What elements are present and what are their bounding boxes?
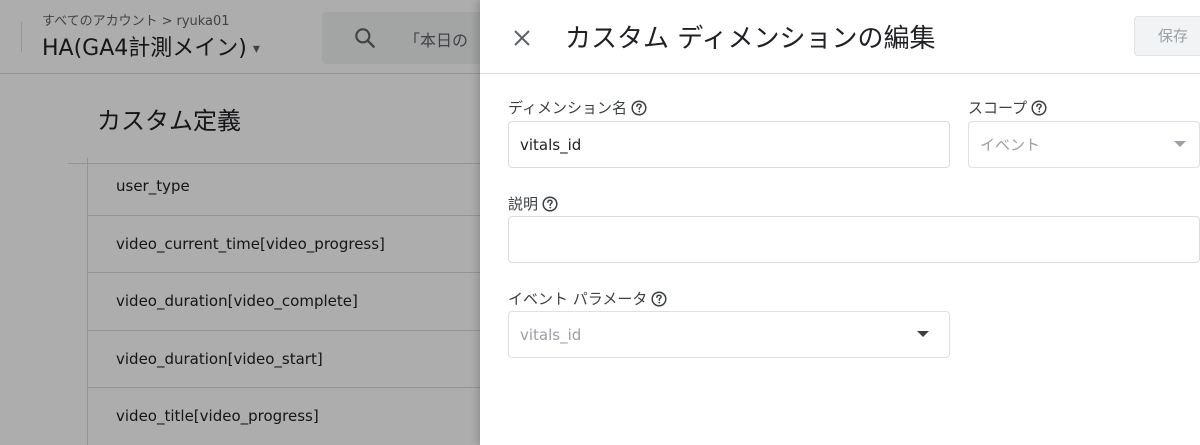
scope-label-text: スコープ: [968, 99, 1028, 117]
help-circle-icon[interactable]: [651, 290, 667, 307]
dimension-name-input[interactable]: [508, 121, 950, 168]
description-label-text: 説明: [508, 195, 539, 213]
dropdown-arrow-icon: [1174, 141, 1186, 147]
panel-header: カスタム ディメンションの編集 保存: [480, 0, 1200, 74]
description-input[interactable]: [508, 216, 1200, 263]
event-parameter-label-text: イベント パラメータ: [508, 290, 648, 308]
event-parameter-value: vitals_id: [520, 325, 582, 344]
dimension-name-label: ディメンション名: [508, 97, 647, 118]
close-icon[interactable]: [510, 26, 534, 50]
help-circle-icon[interactable]: [631, 99, 647, 116]
scope-value: イベント: [980, 136, 1041, 154]
help-circle-icon[interactable]: [1031, 99, 1047, 116]
dropdown-arrow-icon[interactable]: [917, 331, 929, 337]
dimension-name-label-text: ディメンション名: [508, 99, 627, 117]
panel-title: カスタム ディメンションの編集: [565, 24, 936, 54]
help-circle-icon[interactable]: [542, 195, 558, 212]
save-button[interactable]: 保存: [1134, 16, 1200, 56]
event-parameter-label: イベント パラメータ: [508, 288, 667, 309]
page: すべてのアカウント > ryuka01 HA(GA4計測メイン) ▾ 「本日の カスタ…: [0, 0, 1200, 445]
description-label: 説明: [508, 193, 558, 214]
scope-label: スコープ: [968, 97, 1047, 118]
scope-select: イベント: [968, 121, 1200, 168]
edit-dimension-panel: カスタム ディメンションの編集 保存 ディメンション名 スコープ イベント: [480, 0, 1200, 445]
event-parameter-select[interactable]: vitals_id: [508, 311, 950, 358]
